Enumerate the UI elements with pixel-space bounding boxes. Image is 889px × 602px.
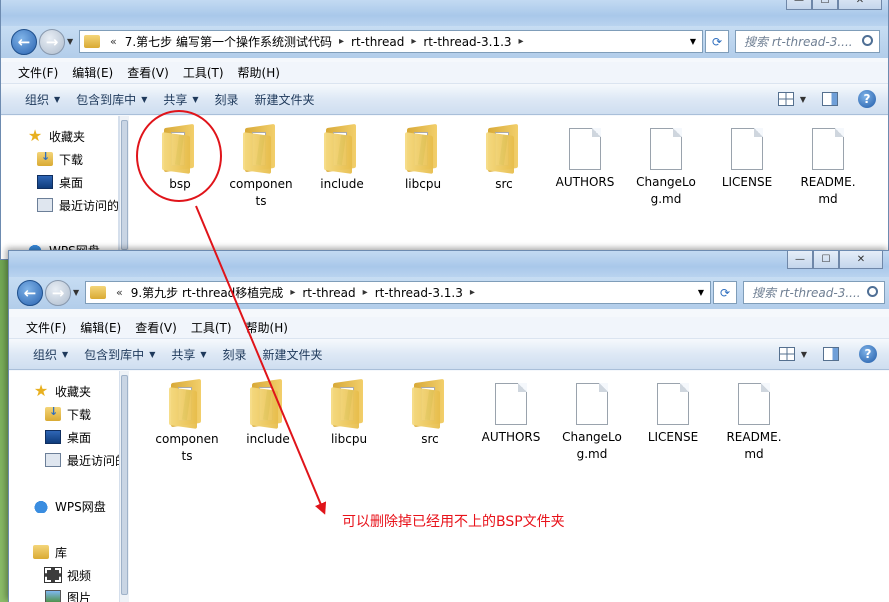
annotation-text: 可以删除掉已经用不上的BSP文件夹 xyxy=(342,514,565,530)
